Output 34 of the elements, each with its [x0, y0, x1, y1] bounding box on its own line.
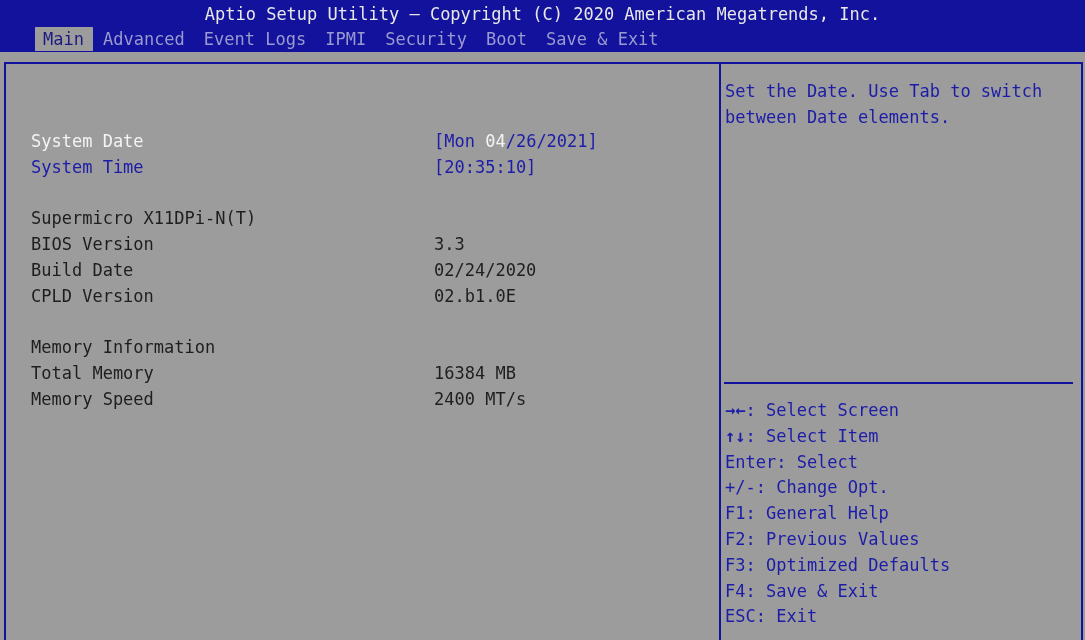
- help-text: Set the Date. Use Tab to switch between Date elements.: [724, 80, 1044, 129]
- key-hint: ↑↓: Select Item: [725, 424, 880, 448]
- key-hint: ESC: Exit: [725, 605, 819, 629]
- info-label: Total Memory: [31, 363, 155, 384]
- key-hint: +/-: Change Opt.: [725, 476, 890, 500]
- info-label: Build Date: [31, 259, 135, 280]
- menu-tab[interactable]: IPMI: [317, 27, 376, 51]
- key-hint: F2: Previous Values: [725, 528, 921, 551]
- info-label: BIOS Version: [31, 234, 155, 255]
- menu-tab[interactable]: Save & Exit: [538, 27, 668, 51]
- info-value: 02/24/2020: [434, 259, 538, 280]
- setting-value[interactable]: [Mon 04/26/2021]: [434, 130, 719, 151]
- key-hint: F4: Save & Exit: [725, 579, 880, 603]
- window-title: Aptio Setup Utility – Copyright (C) 2020 American Megatrends, Inc.: [204, 3, 881, 26]
- key-hint: →←: Select Screen: [725, 399, 900, 422]
- info-value: 3.3: [434, 234, 466, 255]
- menu-tab[interactable]: Main: [35, 27, 93, 51]
- key-hint: F3: Optimized Defaults: [725, 553, 952, 577]
- menu-tab[interactable]: Security: [377, 27, 477, 51]
- info-label: CPLD Version: [31, 285, 155, 306]
- menu-tab[interactable]: Event Logs: [195, 27, 316, 51]
- setting-label[interactable]: System Date: [31, 130, 434, 151]
- setting-value[interactable]: [20:35:10]: [434, 156, 719, 177]
- info-label: Memory Speed: [31, 388, 155, 409]
- key-hint: Enter: Select: [725, 450, 860, 474]
- menu-tab[interactable]: Advanced: [94, 27, 194, 51]
- section-heading: Memory Information: [31, 337, 217, 358]
- info-value: 2400 MT/s: [434, 388, 528, 409]
- info-value: 16384 MB: [434, 363, 517, 384]
- setting-label[interactable]: System Time: [31, 156, 434, 177]
- section-heading: Supermicro X11DPi-N(T): [31, 208, 258, 229]
- menu-tab[interactable]: Boot: [478, 27, 536, 51]
- key-hint: F1: General Help: [725, 502, 890, 526]
- info-value: 02.b1.0E: [434, 285, 517, 306]
